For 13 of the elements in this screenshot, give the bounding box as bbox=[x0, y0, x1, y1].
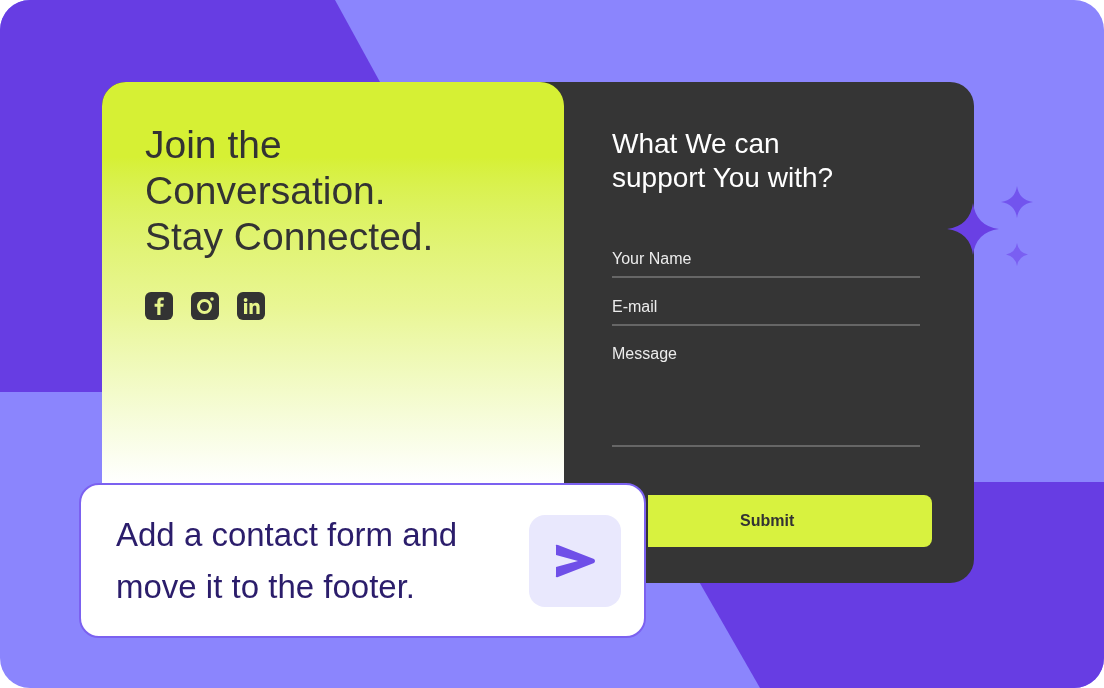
instagram-icon[interactable] bbox=[191, 292, 219, 320]
input-field[interactable]: E-mail bbox=[612, 290, 920, 326]
promo-heading: Join the Conversation. Stay Connected. bbox=[145, 122, 434, 260]
send-icon bbox=[554, 543, 596, 578]
linkedin-icon[interactable] bbox=[237, 292, 265, 320]
message-field[interactable]: Message bbox=[612, 340, 920, 447]
prompt-text: Add a contact form and move it to the footer. bbox=[116, 514, 458, 607]
facebook-icon[interactable] bbox=[145, 292, 173, 320]
sparkles-icon bbox=[947, 186, 1033, 266]
submit-button[interactable]: Submit bbox=[648, 495, 932, 547]
form-heading: What We can support You with? bbox=[612, 127, 834, 195]
input-field[interactable]: Your Name bbox=[612, 242, 920, 278]
send-button[interactable] bbox=[529, 514, 621, 607]
